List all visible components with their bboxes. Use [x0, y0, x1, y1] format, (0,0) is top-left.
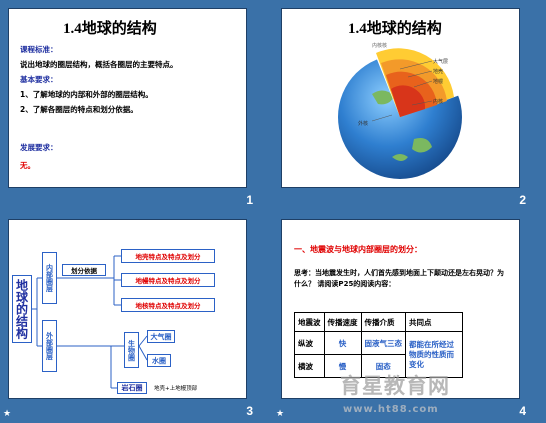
slide-thumbnail-4[interactable]: 一、地震波与地球内部圈层的划分： 思考：当地震发生时，人们首先感到地面上下颠动还… [273, 211, 546, 422]
table-row: 纵波 快 固液气三态 都能在所经过物质的性质而变化 [294, 331, 463, 378]
table-header-row: 地震波 传播速度 传播介质 共同点 [294, 312, 463, 332]
table-cell: 快 [323, 331, 362, 355]
hydrosphere-box: 水圈 [147, 354, 171, 367]
crust-layer-box: 地壳特点及特点及划分 [121, 249, 215, 263]
basic-req-heading: 基本要求： [20, 75, 58, 84]
slide-number-2: 2 [519, 193, 526, 207]
table-cell: 固液气三态 [360, 331, 406, 355]
slide-thumbnail-3[interactable]: 地球的结构 内部圈层 外部圈层 划分依据 地壳特点及特点及划分 地幔特点及特点及… [0, 211, 273, 422]
seismic-wave-table: 地震波 传播速度 传播介质 共同点 纵波 快 固液气三态 都能在所经过物质的性质… [294, 312, 463, 378]
course-standard-text: 说出地球的圈层结构，概括各圈层的主要特点。 [20, 60, 178, 69]
biosphere-box: 生物圈 [124, 332, 139, 368]
label-crust: 地壳 [433, 68, 443, 75]
dev-req-heading: 发展要求： [20, 143, 58, 152]
table-header-cell: 共同点 [405, 312, 463, 332]
label-outer-core: 外核 [358, 120, 368, 127]
slide-thumbnail-2[interactable]: 1.4地球的结构 大气层 地壳 地幔 内核 外核 内核核 2 [273, 0, 546, 211]
slide-number-3: 3 [246, 404, 253, 418]
table-header-cell: 传播介质 [360, 312, 406, 332]
table-header-cell: 传播速度 [323, 312, 362, 332]
slide-2-canvas[interactable]: 1.4地球的结构 大气层 地壳 地幔 内核 外核 内核核 [281, 8, 520, 188]
lithosphere-note: 地壳+上地幔顶部 [154, 386, 198, 392]
slide-thumbnail-1[interactable]: 1.4地球的结构 课程标准： 说出地球的圈层结构，概括各圈层的主要特点。 基本要… [0, 0, 273, 211]
label-atmosphere: 大气层 [433, 58, 448, 65]
watermark-logo: 育星教育网 [340, 374, 450, 398]
animation-icon[interactable]: ★ [276, 409, 284, 419]
table-cell: 横波 [294, 354, 325, 378]
dev-req-text: 无。 [20, 161, 35, 170]
lithosphere-box: 岩石圈 [117, 382, 147, 394]
atmosphere-box: 大气圈 [147, 330, 175, 343]
slide-number-1: 1 [246, 193, 253, 207]
table-cell: 纵波 [294, 331, 325, 355]
animation-icon[interactable]: ★ [3, 409, 11, 419]
slide-number-4: 4 [519, 404, 526, 418]
label-mantle: 地幔 [433, 78, 443, 85]
slide-2-title: 1.4地球的结构 [348, 21, 442, 37]
slide-4-canvas[interactable]: 一、地震波与地球内部圈层的划分： 思考：当地震发生时，人们首先感到地面上下颠动还… [281, 219, 520, 399]
slide-1-title: 1.4地球的结构 [63, 21, 157, 37]
label-top: 内核核 [372, 42, 387, 49]
basic-req-2: 2、了解各圈层的特点和划分依据。 [20, 105, 138, 114]
earth-cutaway-illustration: 大气层 地壳 地幔 内核 外核 内核核 [338, 41, 462, 179]
watermark-url: www.ht88.com [343, 404, 439, 415]
slide-1-canvas[interactable]: 1.4地球的结构 课程标准： 说出地球的圈层结构，概括各圈层的主要特点。 基本要… [8, 8, 247, 188]
label-inner-core: 内核 [433, 98, 443, 105]
mantle-layer-box: 地幔特点及特点及划分 [121, 273, 215, 287]
core-layer-box: 地核特点及特点及划分 [121, 298, 215, 312]
table-header-cell: 地震波 [294, 312, 325, 332]
slide-3-canvas[interactable]: 地球的结构 内部圈层 外部圈层 划分依据 地壳特点及特点及划分 地幔特点及特点及… [8, 219, 247, 399]
slide-4-question: 思考：当地震发生时，人们首先感到地面上下颠动还是左右晃动？为什么？ 请阅读P25… [294, 269, 504, 288]
basic-req-1: 1、了解地球的内部和外部的圈层结构。 [20, 90, 153, 99]
course-standard-heading: 课程标准： [20, 45, 58, 54]
slide-4-heading: 一、地震波与地球内部圈层的划分： [294, 245, 422, 254]
